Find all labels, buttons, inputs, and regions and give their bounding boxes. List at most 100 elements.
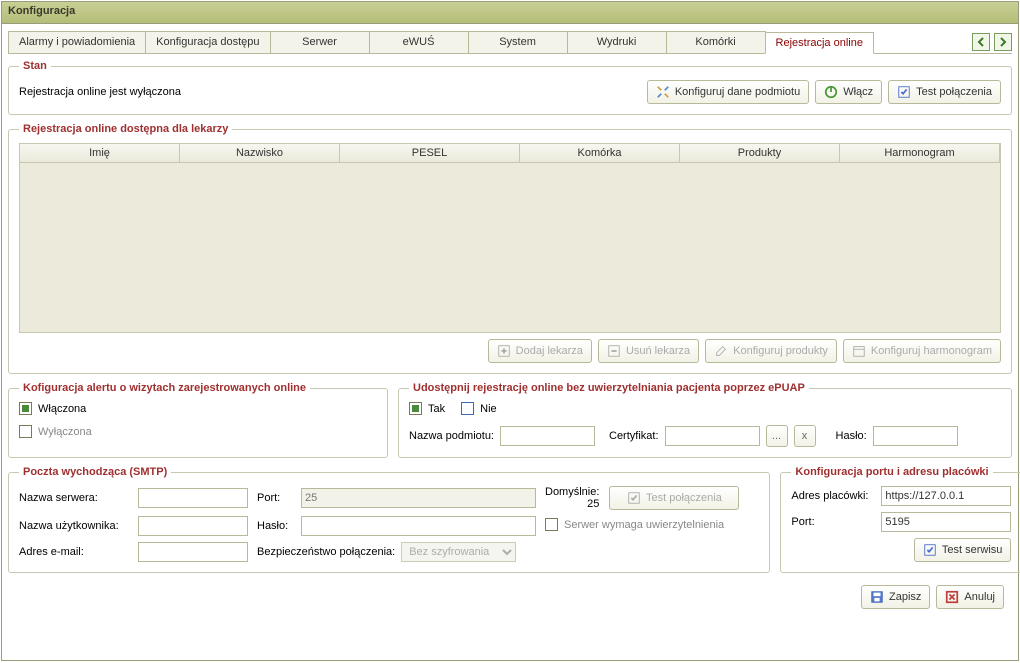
tab-alarmy[interactable]: Alarmy i powiadomienia [8, 31, 146, 53]
konfiguruj-dane-podmiotu-button[interactable]: Konfiguruj dane podmiotu [647, 80, 809, 104]
smtp-group: Poczta wychodząca (SMTP) Nazwa serwera: … [8, 466, 770, 573]
test-polaczenia-button[interactable]: Test połączenia [888, 80, 1001, 104]
tab-wydruki[interactable]: Wydruki [567, 31, 667, 53]
test-serwisu-button[interactable]: Test serwisu [914, 538, 1012, 562]
smtp-user-label: Nazwa użytkownika: [19, 520, 134, 532]
epuap-legend: Udostępnij rejestrację online bez uwierz… [409, 382, 809, 394]
alert-group: Kofiguracja alertu o wizytach zarejestro… [8, 382, 388, 458]
col-nazwisko[interactable]: Nazwisko [180, 144, 340, 162]
alert-legend: Kofiguracja alertu o wizytach zarejestro… [19, 382, 310, 394]
port-group: Konfiguracja portu i adresu placówki Adr… [780, 466, 1020, 573]
adres-placowki-label: Adres placówki: [791, 490, 881, 502]
anuluj-button[interactable]: Anuluj [936, 585, 1004, 609]
zapisz-button[interactable]: Zapisz [861, 585, 930, 609]
lekarze-legend: Rejestracja online dostępna dla lekarzy [19, 123, 232, 135]
smtp-sec-select[interactable]: Bez szyfrowania [401, 542, 516, 562]
smtp-server-input[interactable] [138, 488, 248, 508]
konfiguruj-produkty-button[interactable]: Konfiguruj produkty [705, 339, 837, 363]
button-label: Dodaj lekarza [516, 345, 583, 357]
chevron-right-icon [998, 37, 1008, 47]
button-label: Test połączenia [646, 492, 722, 504]
adres-placowki-input[interactable] [881, 486, 1011, 506]
lekarze-table[interactable]: Imię Nazwisko PESEL Komórka Produkty Har… [19, 143, 1001, 333]
button-label: Włącz [843, 86, 873, 98]
stan-group: Stan Rejestracja online jest wyłączona K… [8, 60, 1012, 115]
smtp-auth-checkbox[interactable]: Serwer wymaga uwierzytelnienia [545, 518, 724, 531]
port-label: Port: [791, 516, 881, 528]
col-pesel[interactable]: PESEL [340, 144, 520, 162]
tab-serwer[interactable]: Serwer [270, 31, 370, 53]
nazwa-podmiotu-label: Nazwa podmiotu: [409, 430, 494, 442]
alert-wylaczona-checkbox[interactable]: Wyłączona [19, 425, 377, 438]
smtp-email-input[interactable] [138, 542, 248, 562]
checkbox-label: Serwer wymaga uwierzytelnienia [564, 519, 724, 531]
certyfikat-clear-button[interactable]: x [794, 425, 816, 447]
epuap-nie-checkbox[interactable]: Nie [461, 402, 497, 415]
smtp-port-input[interactable] [301, 488, 536, 508]
smtp-email-label: Adres e-mail: [19, 546, 134, 558]
checkbox-icon [545, 518, 558, 531]
checkbox-icon [19, 425, 32, 438]
smtp-server-label: Nazwa serwera: [19, 492, 134, 504]
button-label: Test serwisu [942, 544, 1003, 556]
dodaj-lekarza-button[interactable]: Dodaj lekarza [488, 339, 592, 363]
tab-konfiguracja-dostepu[interactable]: Konfiguracja dostępu [145, 31, 270, 53]
test-icon [627, 491, 641, 505]
smtp-sec-label: Bezpieczeństwo połączenia: [257, 546, 395, 558]
button-label: ... [772, 430, 781, 442]
certyfikat-label: Certyfikat: [609, 430, 659, 442]
power-icon [824, 85, 838, 99]
col-produkty[interactable]: Produkty [680, 144, 840, 162]
nazwa-podmiotu-input[interactable] [500, 426, 595, 446]
smtp-legend: Poczta wychodząca (SMTP) [19, 466, 171, 478]
checkbox-label: Włączona [38, 403, 86, 415]
port-input[interactable] [881, 512, 1011, 532]
tab-komorki[interactable]: Komórki [666, 31, 766, 53]
calendar-icon [852, 344, 866, 358]
save-icon [870, 590, 884, 604]
tab-rejestracja-online[interactable]: Rejestracja online [765, 32, 874, 54]
haslo-label: Hasło: [836, 430, 867, 442]
stan-status: Rejestracja online jest wyłączona [19, 86, 181, 98]
tab-ewus[interactable]: eWUŚ [369, 31, 469, 53]
alert-wlaczona-checkbox[interactable]: Włączona [19, 402, 377, 415]
button-label: Konfiguruj produkty [733, 345, 828, 357]
haslo-input[interactable] [873, 426, 958, 446]
button-label: Konfiguruj harmonogram [871, 345, 992, 357]
col-harmonogram[interactable]: Harmonogram [840, 144, 1000, 162]
port-legend: Konfiguracja portu i adresu placówki [791, 466, 992, 478]
stan-legend: Stan [19, 60, 51, 72]
test-icon [897, 85, 911, 99]
smtp-user-input[interactable] [138, 516, 248, 536]
tab-prev-button[interactable] [972, 33, 990, 51]
usun-lekarza-button[interactable]: Usuń lekarza [598, 339, 699, 363]
button-label: Test połączenia [916, 86, 992, 98]
button-label: Zapisz [889, 591, 921, 603]
epuap-tak-checkbox[interactable]: Tak [409, 402, 445, 415]
smtp-pass-label: Hasło: [257, 520, 297, 532]
certyfikat-input[interactable] [665, 426, 760, 446]
plus-icon [497, 344, 511, 358]
window-title: Konfiguracja [2, 2, 1018, 24]
button-label: x [802, 430, 808, 442]
smtp-test-button[interactable]: Test połączenia [609, 486, 739, 510]
checkbox-icon [461, 402, 474, 415]
checkbox-label: Nie [480, 403, 497, 415]
col-komorka[interactable]: Komórka [520, 144, 680, 162]
tab-next-button[interactable] [994, 33, 1012, 51]
checkbox-label: Wyłączona [38, 426, 92, 438]
smtp-pass-input[interactable] [301, 516, 536, 536]
lekarze-group: Rejestracja online dostępna dla lekarzy … [8, 123, 1012, 374]
table-header: Imię Nazwisko PESEL Komórka Produkty Har… [20, 144, 1000, 163]
certyfikat-browse-button[interactable]: ... [766, 425, 788, 447]
smtp-default-label: Domyślnie: 25 [545, 486, 605, 510]
test-icon [923, 543, 937, 557]
col-imie[interactable]: Imię [20, 144, 180, 162]
chevron-left-icon [976, 37, 986, 47]
button-label: Usuń lekarza [626, 345, 690, 357]
tab-system[interactable]: System [468, 31, 568, 53]
konfiguruj-harmonogram-button[interactable]: Konfiguruj harmonogram [843, 339, 1001, 363]
wlacz-button[interactable]: Włącz [815, 80, 882, 104]
button-label: Anuluj [964, 591, 995, 603]
checkbox-icon [19, 402, 32, 415]
